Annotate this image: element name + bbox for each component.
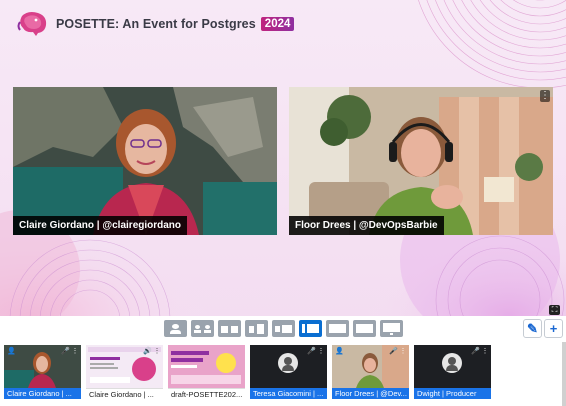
- cropped-layout-icon[interactable]: [191, 320, 214, 337]
- add-button[interactable]: +: [544, 319, 563, 338]
- speaker-name-tag: Claire Giordano | @clairegiordano: [13, 216, 188, 235]
- thumb-caption: draft-POSETTE202...: [168, 388, 245, 399]
- backstage-thumb[interactable]: 🔊 ⋮ Claire Giordano | ...: [86, 345, 163, 399]
- mic-icon[interactable]: 🎤: [307, 348, 316, 356]
- speaker-video-floor[interactable]: ⋮ Floor Drees | @DevOpsBarbie: [289, 87, 553, 235]
- mic-icon[interactable]: 🎤: [389, 348, 398, 356]
- event-year-badge: 2024: [260, 17, 295, 31]
- more-vert-icon[interactable]: ⋮: [153, 348, 161, 356]
- more-vert-icon[interactable]: ⋮: [317, 348, 325, 356]
- backstage-thumb[interactable]: 🎤 ⋮ Dwight | Producer: [414, 345, 491, 399]
- event-brand: POSETTE: An Event for Postgres 2024: [16, 10, 295, 38]
- edit-button[interactable]: ✎: [523, 319, 542, 338]
- studio-root: POSETTE: An Event for Postgres 2024 Clai…: [0, 0, 566, 406]
- backstage-thumb[interactable]: draft-POSETTE202...: [168, 345, 245, 399]
- more-vert-icon[interactable]: ⋮: [71, 348, 79, 356]
- layout-toolbar: ✎ +: [0, 316, 566, 342]
- speaker-video-feed: [13, 87, 277, 235]
- more-vert-icon[interactable]: ⋮: [481, 348, 489, 356]
- avatar-icon: [442, 353, 462, 373]
- backstage-thumb[interactable]: 🎤 ⋮ Teresa Giacomini | ...: [250, 345, 327, 399]
- screen-layout-icon[interactable]: [272, 320, 295, 337]
- thumb-caption: Teresa Giacomini | ...: [250, 388, 327, 399]
- thumb-caption: Claire Giordano | ...: [4, 388, 81, 399]
- person-icon: 👤: [335, 348, 344, 355]
- avatar-icon: [278, 353, 298, 373]
- monitor-layout-icon[interactable]: [380, 320, 403, 337]
- expand-icon[interactable]: ⛶: [549, 305, 560, 315]
- speaker-name-tag: Floor Drees | @DevOpsBarbie: [289, 216, 444, 235]
- strip-scrollbar[interactable]: [562, 342, 566, 406]
- elephant-logo-icon: [17, 12, 47, 36]
- more-vert-icon[interactable]: ⋮: [399, 348, 407, 356]
- blank-layout-icon[interactable]: [353, 320, 376, 337]
- picture-in-picture-icon[interactable]: [299, 320, 322, 337]
- group-layout-icon[interactable]: [218, 320, 241, 337]
- speaker-video-claire[interactable]: Claire Giordano | @clairegiordano: [13, 87, 277, 235]
- broadcast-stage: POSETTE: An Event for Postgres 2024 Clai…: [0, 0, 566, 316]
- thumb-caption: Dwight | Producer: [414, 388, 491, 399]
- mic-icon[interactable]: 🎤: [61, 348, 70, 356]
- backstage-thumb[interactable]: 👤 🎤 ⋮ Floor Drees | @Dev...: [332, 345, 409, 399]
- leader-layout-icon[interactable]: [245, 320, 268, 337]
- thumb-preview: [168, 345, 245, 388]
- person-icon: 👤: [7, 348, 16, 355]
- backstage-strip: 👤 🎤 ⋮ Claire Giordano | ... 🔊 ⋮ Claire G…: [0, 342, 566, 406]
- solo-layout-icon[interactable]: [164, 320, 187, 337]
- event-title: POSETTE: An Event for Postgres: [56, 17, 256, 31]
- thumb-caption: Floor Drees | @Dev...: [332, 388, 409, 399]
- cinema-layout-icon[interactable]: [326, 320, 349, 337]
- mic-icon[interactable]: 🎤: [471, 348, 480, 356]
- thumb-caption: Claire Giordano | ...: [86, 388, 163, 399]
- backstage-thumb[interactable]: 👤 🎤 ⋮ Claire Giordano | ...: [4, 345, 81, 399]
- volume-icon[interactable]: 🔊: [143, 348, 152, 356]
- speaker-video-feed: [289, 87, 553, 235]
- more-vert-icon[interactable]: ⋮: [540, 90, 550, 102]
